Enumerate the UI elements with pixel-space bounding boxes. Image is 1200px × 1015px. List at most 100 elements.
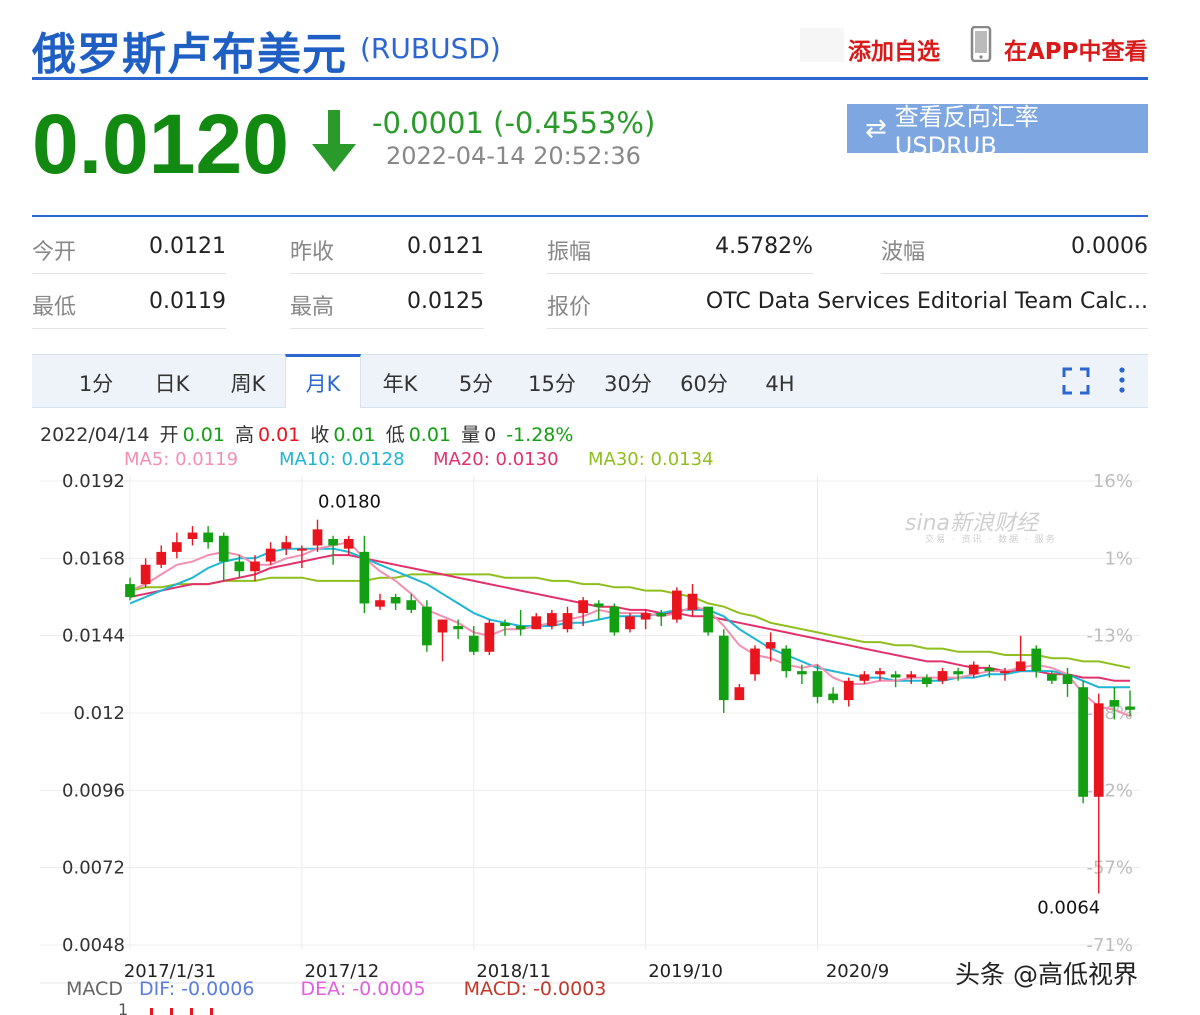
- candle-body: [890, 674, 901, 678]
- candle-body: [859, 674, 870, 681]
- tab-daily[interactable]: 日K: [138, 355, 206, 408]
- candle-body: [531, 616, 542, 630]
- candle-body: [781, 648, 792, 672]
- candle-body: [640, 613, 651, 620]
- candle-body: [953, 671, 963, 675]
- page-title: 俄罗斯卢布美元: [32, 29, 347, 80]
- candle-body: [1125, 706, 1135, 710]
- period-tabs: 1分 日K 周K 月K 年K 5分 15分 30分 60分 4H: [32, 354, 1148, 408]
- y-tick-label: 0.0168: [62, 548, 125, 569]
- candle-body: [359, 551, 370, 604]
- candle-body: [1062, 674, 1073, 684]
- candle-body: [468, 635, 479, 652]
- candle-body: [1015, 661, 1026, 672]
- phone-icon[interactable]: [970, 26, 992, 62]
- reverse-rate-button[interactable]: ⇄ 查看反向汇率 USDRUB: [847, 103, 1148, 160]
- candle-body: [547, 613, 557, 626]
- pct-tick-label: -71%: [1086, 935, 1133, 956]
- tab-4h[interactable]: 4H: [746, 355, 814, 408]
- candle-body: [281, 542, 292, 549]
- tab-60min[interactable]: 60分: [670, 355, 738, 408]
- candle-body: [297, 548, 307, 551]
- tab-30min[interactable]: 30分: [594, 355, 662, 408]
- candle-body: [625, 616, 635, 630]
- y-tick-label: 0.0192: [62, 471, 125, 492]
- stat-open: 今开 0.0121: [32, 218, 226, 274]
- candlestick-chart[interactable]: 0.0192 16%0.0168 1%0.0144 -13%0.012 -28%0.00…: [0, 470, 1200, 1015]
- stat-high: 最高 0.0125: [290, 273, 484, 329]
- candle-body: [218, 535, 229, 562]
- y-tick-label: 0.0096: [62, 780, 125, 801]
- candle-body: [828, 693, 838, 701]
- more-icon[interactable]: [1112, 365, 1132, 397]
- candle-body: [187, 532, 198, 539]
- tab-monthly[interactable]: 月K: [285, 354, 361, 408]
- candle-body: [609, 606, 620, 633]
- candle-body: [375, 600, 385, 607]
- candle-body: [672, 590, 682, 620]
- macd-legend: MACD DIF: -0.0006 DEA: -0.0005 MACD: -0.…: [66, 978, 607, 1000]
- candle-body: [250, 561, 260, 572]
- candle-body: [328, 539, 338, 546]
- macd-bar: [170, 1008, 173, 1015]
- stat-quote-source: 报价 OTC Data Services Editorial Team Calc…: [547, 273, 1148, 329]
- y-tick-label: 0.0144: [62, 626, 125, 647]
- pct-tick-label: 16%: [1093, 471, 1133, 492]
- candle-body: [656, 613, 667, 617]
- pct-tick-label: -42%: [1086, 780, 1133, 801]
- y-tick-label: 0.012: [73, 703, 125, 724]
- candle-body: [1078, 687, 1088, 797]
- down-arrow-icon: [312, 110, 356, 172]
- stat-low: 最低 0.0119: [32, 273, 226, 329]
- tab-1min[interactable]: 1分: [62, 355, 130, 408]
- candle-body: [922, 677, 932, 684]
- macd-bar: [150, 1008, 153, 1015]
- candle-body: [875, 671, 885, 675]
- candle-body: [937, 671, 948, 681]
- view-in-app-link[interactable]: 在APP中查看: [1004, 32, 1148, 66]
- candle-body: [1031, 648, 1042, 672]
- currency-code: (RUBUSD): [360, 32, 501, 65]
- candle-body: [422, 606, 432, 646]
- candle-body: [797, 671, 807, 675]
- candle-body: [718, 635, 729, 701]
- macd-axis-label: 1: [118, 1000, 128, 1015]
- candle-body: [203, 532, 213, 543]
- price-change: -0.0001 (-0.4553%): [372, 106, 656, 140]
- candle-body: [562, 613, 573, 630]
- tab-5min[interactable]: 5分: [442, 355, 510, 408]
- macd-bar: [190, 1008, 193, 1015]
- candle-body: [906, 674, 917, 678]
- tab-weekly[interactable]: 周K: [214, 355, 282, 408]
- page-header: 俄罗斯卢布美元 (RUBUSD) 添加自选 在APP中查看: [32, 10, 1148, 80]
- candle-body: [406, 600, 417, 610]
- tab-15min[interactable]: 15分: [518, 355, 586, 408]
- candle-body: [500, 622, 510, 626]
- candle-body: [484, 622, 495, 652]
- x-tick-label: 2020/9: [826, 961, 889, 982]
- source-credit: 头条 @高低视界: [955, 960, 1138, 989]
- candle-body: [1109, 700, 1120, 707]
- tab-yearly[interactable]: 年K: [366, 355, 434, 408]
- add-favorite-link[interactable]: 添加自选: [848, 32, 940, 66]
- candle-body: [1047, 674, 1057, 681]
- y-tick-label: 0.0048: [62, 935, 125, 956]
- reverse-rate-label: 查看反向汇率 USDRUB: [894, 103, 1039, 160]
- ma10-legend: MA10: 0.0128: [279, 449, 405, 470]
- candle-body: [343, 539, 354, 549]
- macd-bar: [210, 1008, 213, 1015]
- y-tick-label: 0.0072: [62, 858, 125, 879]
- candle-body: [265, 548, 276, 562]
- ma5-legend: MA5: 0.0119: [124, 449, 239, 470]
- candle-body: [453, 626, 463, 630]
- candle-body: [390, 597, 401, 604]
- price-annotation: 0.0064: [1037, 897, 1100, 918]
- stat-amplitude: 振幅 4.5782%: [547, 218, 813, 274]
- candle-body: [140, 564, 151, 585]
- fullscreen-icon[interactable]: [1062, 367, 1090, 395]
- candle-body: [515, 626, 526, 630]
- candle-body: [312, 529, 323, 546]
- pct-tick-label: 1%: [1104, 548, 1133, 569]
- quote-timestamp: 2022-04-14 20:52:36: [386, 142, 641, 170]
- candle-body: [750, 648, 760, 675]
